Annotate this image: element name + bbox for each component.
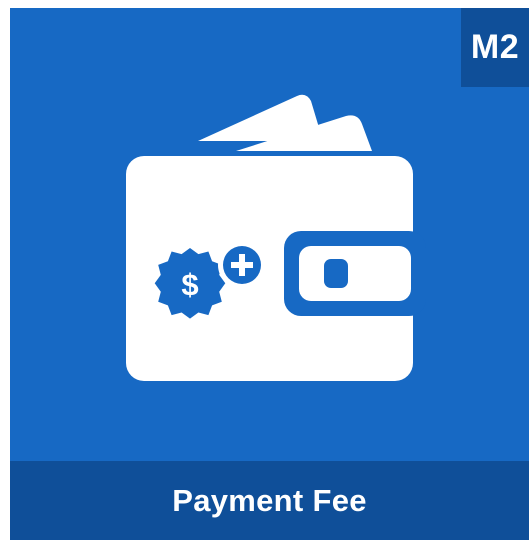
wallet-cards-icon xyxy=(198,94,372,151)
clasp-inner xyxy=(299,246,411,301)
product-title-bar: Payment Fee xyxy=(10,461,529,540)
wallet-payment-fee-icon: $ xyxy=(126,94,426,381)
product-tile: M2 $ Payment Fee xyxy=(10,8,529,540)
dollar-symbol: $ xyxy=(181,267,198,302)
plus-icon xyxy=(218,241,266,289)
product-title: Payment Fee xyxy=(172,483,367,518)
clasp-button xyxy=(324,259,348,288)
plus-horizontal xyxy=(231,262,253,268)
wallet-clasp xyxy=(284,231,426,316)
